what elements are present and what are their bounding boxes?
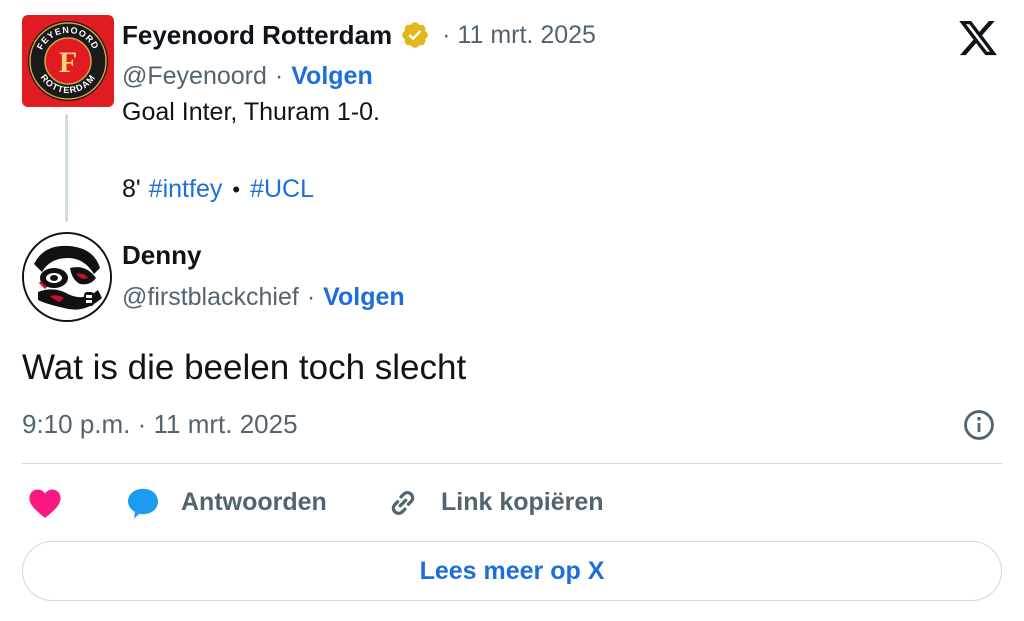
- thread-connector: [65, 114, 68, 222]
- bullet-separator: •: [232, 176, 241, 202]
- reply-button-label[interactable]: Antwoorden: [181, 488, 327, 517]
- hashtag-ucl[interactable]: #UCL: [250, 175, 314, 204]
- parent-author-name[interactable]: Feyenoord Rotterdam: [122, 20, 392, 51]
- minute-text: 8': [122, 175, 141, 203]
- follow-denny-button[interactable]: Volgen: [323, 283, 404, 312]
- reply-author-name[interactable]: Denny: [122, 240, 201, 271]
- read-more-on-x-button[interactable]: Lees meer op X: [22, 541, 1002, 601]
- parent-handle[interactable]: @Feyenoord: [122, 62, 267, 91]
- info-icon[interactable]: [962, 408, 996, 442]
- link-icon[interactable]: [385, 485, 421, 521]
- verified-gold-badge-icon: [402, 22, 428, 48]
- reply-tweet-text: Wat is die beelen toch slecht: [22, 348, 467, 387]
- speech-bubble-icon[interactable]: [125, 485, 161, 521]
- svg-text:F: F: [59, 46, 77, 79]
- copy-link-button-label[interactable]: Link kopiëren: [441, 488, 604, 517]
- parent-tweet-tags: 8' #intfey • #UCL: [122, 175, 314, 204]
- heart-icon[interactable]: [28, 487, 62, 519]
- reply-handle-row: @firstblackchief · Volgen: [122, 280, 405, 314]
- reply-handle[interactable]: @firstblackchief: [122, 283, 299, 312]
- separator-dot: ·: [306, 282, 316, 311]
- separator-dot: ·: [274, 61, 284, 90]
- denny-avatar[interactable]: [22, 232, 112, 322]
- divider: [22, 463, 1002, 464]
- x-logo-icon[interactable]: [956, 17, 1000, 59]
- follow-feyenoord-button[interactable]: Volgen: [291, 62, 372, 91]
- formline-art-avatar-icon: [24, 234, 110, 320]
- parent-tweet-header: Feyenoord Rotterdam · 11 mrt. 2025: [122, 18, 596, 52]
- parent-tweet-text: Goal Inter, Thuram 1-0.: [122, 98, 380, 126]
- feyenoord-avatar[interactable]: FEYENOORD ROTTERDAM F: [22, 15, 114, 107]
- feyenoord-logo-icon: FEYENOORD ROTTERDAM F: [28, 21, 108, 101]
- reply-timestamp[interactable]: 9:10 p.m. · 11 mrt. 2025: [22, 409, 298, 440]
- parent-handle-row: @Feyenoord · Volgen: [122, 60, 373, 92]
- parent-tweet-date[interactable]: · 11 mrt. 2025: [442, 21, 596, 50]
- hashtag-intfey[interactable]: #intfey: [149, 175, 223, 204]
